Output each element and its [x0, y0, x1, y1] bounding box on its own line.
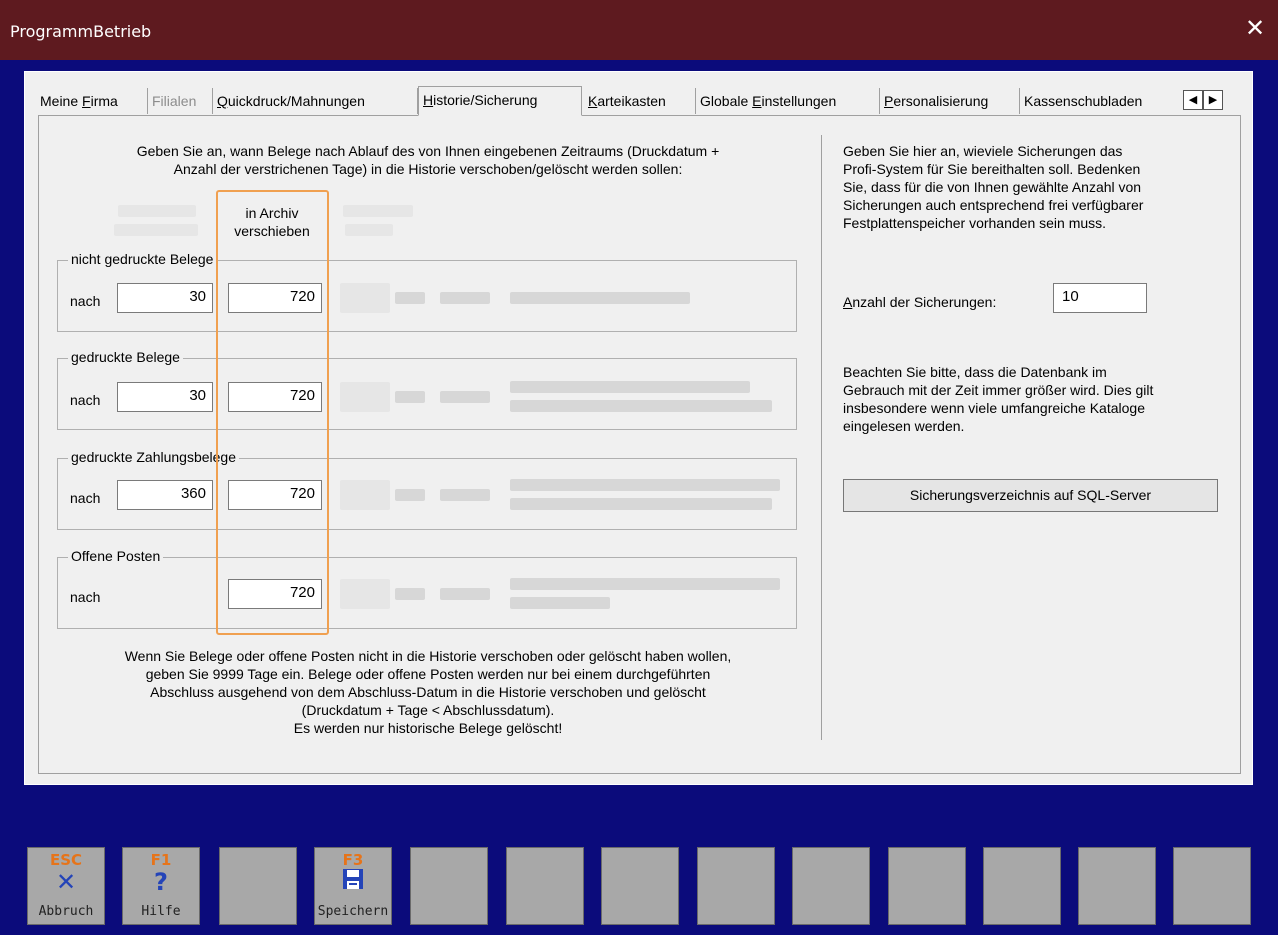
fkey-empty-button[interactable]: [888, 847, 966, 925]
blurred-column-header: [343, 205, 413, 217]
blurred-text: [395, 588, 425, 600]
fkey-empty-button[interactable]: [1078, 847, 1156, 925]
info-line2: Profi-System für Sie bereithalten soll. …: [843, 161, 1141, 177]
fkey-empty-button[interactable]: [697, 847, 775, 925]
save-icon: [315, 868, 391, 896]
note-line4: eingelesen werden.: [843, 418, 965, 434]
blurred-field: [340, 283, 390, 313]
info-line3: Sie, dass für die von Ihnen gewählte Anz…: [843, 179, 1142, 195]
blurred-text: [395, 391, 425, 403]
intro-text-line2: Anzahl der verstrichenen Tage) in die Hi…: [173, 161, 683, 177]
vertical-separator: [821, 135, 822, 740]
archive-column-highlight: [216, 190, 329, 635]
days-field-group1[interactable]: 30: [117, 283, 213, 313]
tab-scroll-left-icon[interactable]: ◀: [1183, 90, 1203, 110]
info-line4: Sicherungen auch entsprechend frei verfü…: [843, 197, 1144, 213]
title-bar: ProgrammBetrieb ✕: [0, 0, 1278, 60]
blurred-column-header: [114, 224, 198, 236]
close-icon: ✕: [55, 868, 77, 896]
fkey-label: Hilfe: [141, 904, 181, 919]
fkey-f3-button[interactable]: F3 Speichern: [314, 847, 392, 925]
footer-line4: (Druckdatum + Tage < Abschlussdatum).: [301, 702, 555, 718]
blurred-column-header: [118, 205, 196, 217]
days-field-group3[interactable]: 360: [117, 480, 213, 510]
blurred-text: [440, 588, 490, 600]
fkey-label: Abbruch: [38, 904, 94, 919]
fkey-empty-button[interactable]: [219, 847, 297, 925]
blurred-field: [340, 579, 390, 609]
footer-line3: Abschluss ausgehend von dem Abschluss-Da…: [150, 684, 706, 700]
help-icon: ?: [154, 868, 168, 896]
group-legend: gedruckte Zahlungsbelege: [68, 449, 240, 465]
days-field-group2[interactable]: 30: [117, 382, 213, 412]
note-line1: Beachten Sie bitte, dass die Datenbank i…: [843, 364, 1107, 380]
group-offene-posten: Offene Posten: [57, 548, 797, 629]
blurred-field: [340, 382, 390, 412]
blurred-column-header: [345, 224, 393, 236]
fkey-label: Speichern: [317, 904, 389, 919]
note-line3: insbesondere wenn viele umfangreiche Kat…: [843, 400, 1145, 416]
close-icon[interactable]: ✕: [1241, 14, 1269, 42]
blurred-text: [440, 489, 490, 501]
fkey-key: F1: [150, 851, 172, 869]
group-legend: Offene Posten: [68, 548, 164, 564]
fkey-empty-button[interactable]: [410, 847, 488, 925]
blurred-text: [510, 498, 772, 510]
fkey-empty-button[interactable]: [983, 847, 1061, 925]
sql-backup-dir-button[interactable]: Sicherungsverzeichnis auf SQL-Server: [843, 479, 1218, 512]
footer-line2: geben Sie 9999 Tage ein. Belege oder off…: [145, 666, 711, 682]
blurred-text: [510, 578, 780, 590]
blurred-text: [510, 597, 610, 609]
tab-meine-firma[interactable]: Meine Firma: [36, 88, 148, 114]
tab-kassenschubladen[interactable]: Kassenschubladen: [1020, 88, 1172, 114]
tab-filialen[interactable]: Filialen: [148, 88, 213, 114]
window-title: ProgrammBetrieb: [10, 22, 152, 41]
group-legend: gedruckte Belege: [68, 349, 183, 365]
tab-scroll-right-icon[interactable]: ▶: [1203, 90, 1223, 110]
fkey-empty-button[interactable]: [601, 847, 679, 925]
tab-quickdruck[interactable]: Quickdruck/Mahnungen: [213, 88, 418, 114]
blurred-text: [510, 400, 772, 412]
blurred-text: [440, 292, 490, 304]
tab-personalisierung[interactable]: Personalisierung: [880, 88, 1020, 114]
fkey-empty-button[interactable]: [792, 847, 870, 925]
blurred-text: [395, 292, 425, 304]
footer-line5: Es werden nur historische Belege gelösch…: [293, 720, 563, 736]
info-line1: Geben Sie hier an, wieviele Sicherungen …: [843, 143, 1123, 159]
tab-historie-sicherung[interactable]: Historie/Sicherung: [418, 86, 582, 116]
group-legend: nicht gedruckte Belege: [68, 251, 217, 267]
backup-count-field[interactable]: 10: [1053, 283, 1147, 313]
fkey-empty-button[interactable]: [506, 847, 584, 925]
blurred-field: [340, 480, 390, 510]
intro-text-line1: Geben Sie an, wann Belege nach Ablauf de…: [136, 143, 720, 159]
backup-count-label: Anzahl der Sicherungen:: [843, 294, 997, 310]
fkey-f1-button[interactable]: F1 ? Hilfe: [122, 847, 200, 925]
nach-label: nach: [70, 589, 101, 605]
blurred-text: [510, 381, 750, 393]
note-line2: Gebrauch mit der Zeit immer größer wird.…: [843, 382, 1154, 398]
blurred-text: [440, 391, 490, 403]
nach-label: nach: [70, 392, 101, 408]
tab-karteikasten[interactable]: Karteikasten: [584, 88, 696, 114]
tab-globale-einstellungen[interactable]: Globale Einstellungen: [696, 88, 880, 114]
blurred-text: [510, 479, 780, 491]
save-icon-svg: [343, 869, 363, 889]
fkey-esc-button[interactable]: ESC ✕ Abbruch: [27, 847, 105, 925]
blurred-text: [395, 489, 425, 501]
fkey-empty-button[interactable]: [1173, 847, 1251, 925]
footer-line1: Wenn Sie Belege oder offene Posten nicht…: [124, 648, 732, 664]
nach-label: nach: [70, 293, 101, 309]
fkey-key: ESC: [49, 851, 83, 869]
blurred-text: [510, 292, 690, 304]
nach-label: nach: [70, 490, 101, 506]
info-line5: Festplattenspeicher vorhanden sein muss.: [843, 215, 1107, 231]
fkey-key: F3: [342, 851, 364, 869]
